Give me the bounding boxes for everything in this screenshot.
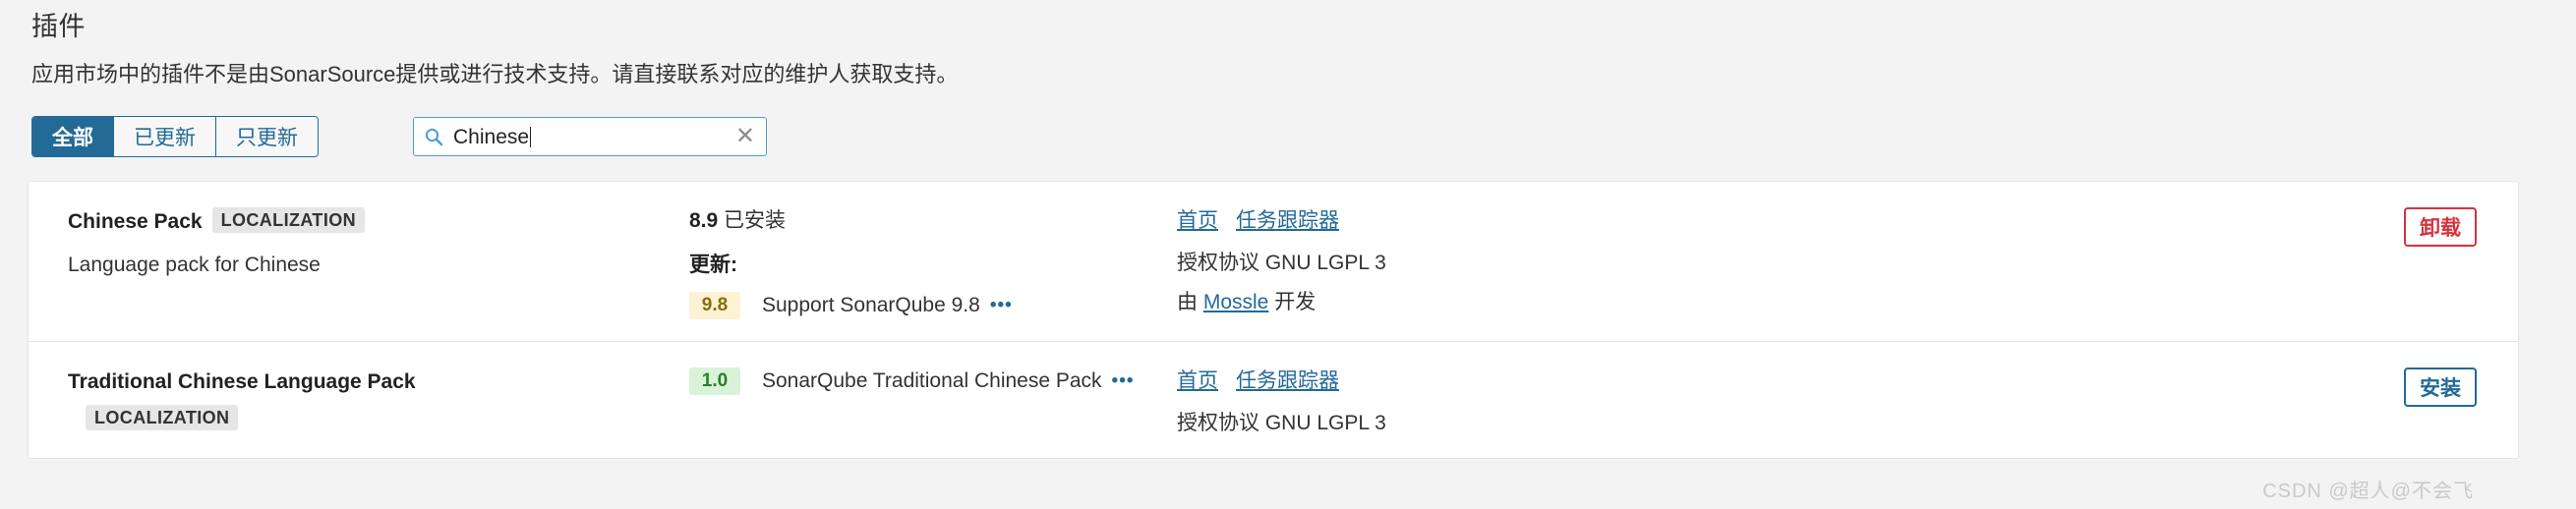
text-caret — [530, 126, 532, 147]
filter-button-group: 全部 已更新 只更新 — [31, 116, 319, 157]
updates-label: 更新: — [689, 254, 737, 276]
homepage-link[interactable]: 首页 — [1177, 369, 1218, 392]
homepage-link[interactable]: 首页 — [1177, 209, 1218, 232]
plugin-category-tag: LOCALIZATION — [86, 405, 239, 430]
search-input[interactable]: Chinese — [413, 117, 767, 156]
search-wrap: Chinese ✕ — [413, 117, 767, 156]
plugin-meta-cell: 首页 任务跟踪器 授权协议 GNU LGPL 3 由 Mossle 开发 — [1177, 207, 2341, 315]
update-description: Support SonarQube 9.8 — [762, 294, 980, 316]
clear-search-icon[interactable]: ✕ — [735, 125, 755, 148]
issue-tracker-link[interactable]: 任务跟踪器 — [1236, 209, 1339, 232]
uninstall-button[interactable]: 卸载 — [2404, 207, 2477, 247]
plugin-description: Language pack for Chinese — [68, 254, 321, 276]
plugin-author-line: 由 Mossle 开发 — [1177, 290, 2341, 315]
installed-label: 已安装 — [724, 209, 787, 232]
page-title: 插件 — [31, 12, 86, 41]
plugins-card: Chinese Pack LOCALIZATION Language pack f… — [28, 181, 2519, 459]
issue-tracker-link[interactable]: 任务跟踪器 — [1236, 369, 1339, 392]
plugin-version-cell: 1.0 SonarQube Traditional Chinese Pack •… — [689, 368, 1177, 395]
plugin-license: 授权协议 GNU LGPL 3 — [1177, 412, 1386, 434]
plugin-version-cell: 8.9 已安装 更新: 9.8 Support SonarQube 9.8 ••… — [689, 207, 1177, 319]
plugin-category-tag: LOCALIZATION — [211, 207, 366, 233]
author-prefix: 由 — [1177, 291, 1198, 313]
plugin-links: 首页 任务跟踪器 — [1177, 368, 2341, 397]
plugin-meta-cell: 首页 任务跟踪器 授权协议 GNU LGPL 3 — [1177, 368, 2341, 436]
more-ellipsis-icon[interactable]: ••• — [1112, 368, 1135, 394]
plugin-name: Traditional Chinese Language Pack — [68, 370, 416, 393]
update-line: 9.8 Support SonarQube 9.8 ••• — [689, 292, 1177, 319]
search-input-value: Chinese — [453, 125, 530, 148]
filter-tab-updated[interactable]: 已更新 — [114, 117, 216, 156]
more-ellipsis-icon[interactable]: ••• — [990, 293, 1013, 318]
plugin-action-cell: 安装 — [2341, 368, 2518, 407]
plugin-name-cell: Chinese Pack LOCALIZATION Language pack f… — [29, 207, 689, 278]
filter-tab-updates-only[interactable]: 只更新 — [216, 117, 318, 156]
update-line: 1.0 SonarQube Traditional Chinese Pack •… — [689, 368, 1177, 395]
plugin-title-line: Traditional Chinese Language Pack — [68, 368, 689, 399]
update-version-badge: 1.0 — [689, 368, 740, 395]
table-row: Chinese Pack LOCALIZATION Language pack f… — [29, 182, 2518, 342]
installed-version: 8.9 — [689, 209, 719, 232]
page-subtitle: 应用市场中的插件不是由SonarSource提供或进行技术支持。请直接联系对应的… — [31, 62, 959, 86]
plugin-name-cell: Traditional Chinese Language Pack LOCALI… — [29, 368, 689, 430]
filter-tab-all[interactable]: 全部 — [32, 117, 114, 156]
install-button[interactable]: 安装 — [2404, 368, 2477, 407]
watermark: CSDN @超人@不会飞 — [2262, 481, 2474, 502]
plugin-license: 授权协议 GNU LGPL 3 — [1177, 252, 1386, 274]
author-link[interactable]: Mossle — [1203, 291, 1269, 313]
plugins-page: 插件 应用市场中的插件不是由SonarSource提供或进行技术支持。请直接联系… — [0, 0, 2576, 509]
plugin-action-cell: 卸载 — [2341, 207, 2518, 247]
plugin-title-line: Chinese Pack LOCALIZATION — [68, 207, 689, 239]
update-description: SonarQube Traditional Chinese Pack — [762, 369, 1102, 392]
installed-version-line: 8.9 已安装 — [689, 207, 1177, 235]
plugin-name: Chinese Pack — [68, 210, 203, 233]
update-version-badge: 9.8 — [689, 292, 740, 319]
table-row: Traditional Chinese Language Pack LOCALI… — [29, 342, 2518, 458]
plugin-links: 首页 任务跟踪器 — [1177, 207, 2341, 237]
search-icon — [425, 128, 443, 146]
filter-row: 全部 已更新 只更新 Chinese ✕ — [28, 88, 2548, 159]
author-suffix: 开发 — [1274, 291, 1317, 313]
